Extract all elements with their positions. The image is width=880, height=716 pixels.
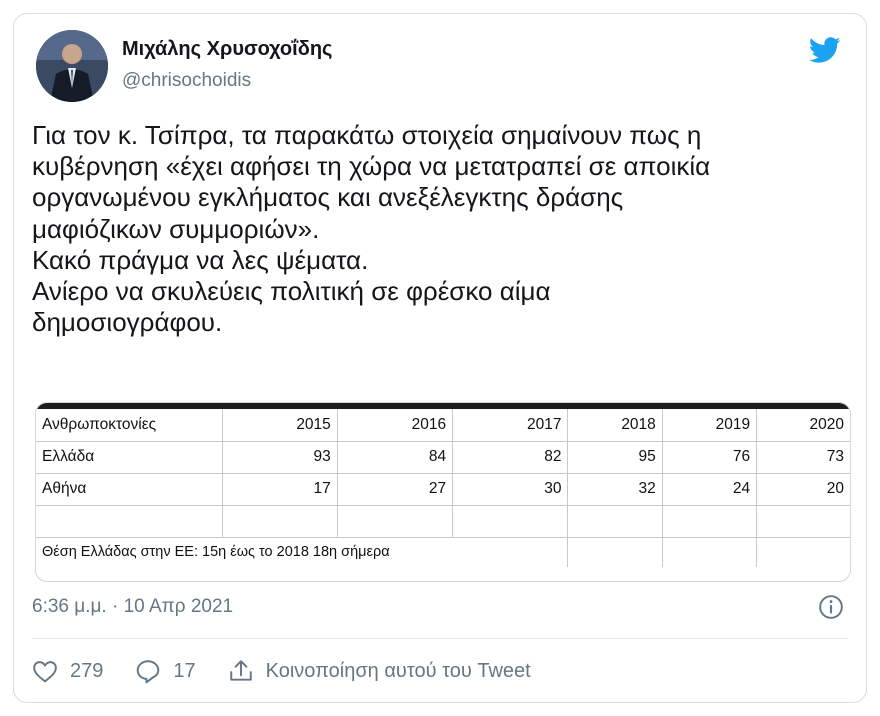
share-label: Κοινοποίηση αυτού του Tweet — [265, 659, 531, 682]
divider — [32, 638, 848, 639]
table-cell: 17 — [222, 473, 338, 506]
author-name[interactable]: Μιχάλης Χρυσοχοΐδης — [122, 38, 332, 61]
table-row: Ελλάδα 93 84 82 95 76 73 — [36, 441, 850, 474]
avatar-photo — [36, 30, 108, 102]
info-icon[interactable] — [818, 594, 844, 620]
table-cell: Ελλάδα — [36, 441, 223, 474]
tweet-text-line: δημοσιογράφου. — [32, 307, 223, 338]
table-cell — [756, 505, 850, 538]
table-cell — [757, 537, 850, 567]
table-cell: 84 — [337, 441, 454, 474]
table-header-row: Ανθρωποκτονίες 2015 2016 2017 2018 2019 … — [36, 409, 850, 442]
tweet-timestamp[interactable]: 6:36 μ.μ. · 10 Απρ 2021 — [32, 596, 233, 618]
tweet-text-line: κυβέρνηση «έχει αφήσει τη χώρα να μετατρ… — [32, 151, 711, 182]
table-cell — [337, 505, 454, 538]
twitter-bird-icon[interactable] — [806, 34, 844, 66]
table-row: Αθήνα 17 27 30 32 24 20 — [36, 473, 850, 506]
table-cell — [567, 537, 663, 567]
reply-button[interactable]: 17 — [135, 658, 196, 684]
table-cell: 93 — [222, 441, 338, 474]
table-cell: 76 — [662, 441, 758, 474]
table-cell: 82 — [452, 441, 569, 474]
tweet-card: Μιχάλης Χρυσοχοΐδης @chrisochoidis Για τ… — [13, 13, 867, 703]
tweet-actions: 279 17 Κοινοποίηση αυτού του Tweet — [32, 654, 563, 688]
table-cell — [567, 505, 663, 538]
table-header-cell: 2015 — [222, 409, 338, 442]
table-header-cell: Ανθρωποκτονίες — [36, 409, 223, 442]
table-note-row: Θέση Ελλάδας στην ΕΕ: 15η έως το 2018 18… — [36, 537, 850, 567]
tweet-text-line: Κακό πράγμα να λες ψέματα. — [32, 244, 369, 275]
like-count: 279 — [70, 659, 104, 682]
table-header-cell: 2017 — [452, 409, 569, 442]
tweet-text: Για τον κ. Τσίπρα, τα παρακάτω στοιχεία … — [32, 120, 852, 338]
homicides-table: Ανθρωποκτονίες 2015 2016 2017 2018 2019 … — [36, 409, 850, 567]
table-cell: 30 — [452, 473, 569, 506]
table-cell: Αθήνα — [36, 473, 223, 506]
like-button[interactable]: 279 — [32, 659, 103, 683]
table-cell: 20 — [756, 473, 850, 506]
table-header-cell: 2019 — [662, 409, 758, 442]
tweet-image[interactable]: Ανθρωποκτονίες 2015 2016 2017 2018 2019 … — [35, 402, 851, 582]
table-cell: 32 — [567, 473, 663, 506]
table-cell: 24 — [662, 473, 758, 506]
table-empty-row — [36, 505, 850, 538]
tweet-text-line: Για τον κ. Τσίπρα, τα παρακάτω στοιχεία … — [32, 120, 702, 150]
author-handle[interactable]: @chrisochoidis — [122, 70, 251, 92]
avatar[interactable] — [36, 30, 108, 102]
share-icon — [229, 660, 252, 681]
tweet-text-line: μαφιόζικων συμμοριών». — [32, 213, 320, 244]
table-cell: 73 — [756, 441, 850, 474]
table-cell: 27 — [337, 473, 454, 506]
table-header-cell: 2020 — [756, 409, 850, 442]
share-button[interactable]: Κοινοποίηση αυτού του Tweet — [228, 658, 531, 684]
reply-count: 17 — [173, 659, 196, 682]
table-cell — [452, 505, 569, 538]
reply-icon — [137, 660, 160, 684]
table-cell: 95 — [567, 441, 663, 474]
table-header-cell: 2018 — [567, 409, 663, 442]
tweet-text-line: Ανίερο να σκυλεύεις πολιτική σε φρέσκο α… — [32, 275, 551, 306]
table-note: Θέση Ελλάδας στην ΕΕ: 15η έως το 2018 18… — [42, 544, 390, 561]
table-cell — [36, 505, 223, 538]
tweet-text-line: οργανωμένου εγκλήματος και ανεξέλεγκτης … — [32, 182, 624, 213]
heart-icon — [33, 661, 57, 683]
table-header-cell: 2016 — [337, 409, 454, 442]
table-cell — [222, 505, 338, 538]
table-cell — [662, 505, 758, 538]
table-cell — [662, 537, 758, 567]
